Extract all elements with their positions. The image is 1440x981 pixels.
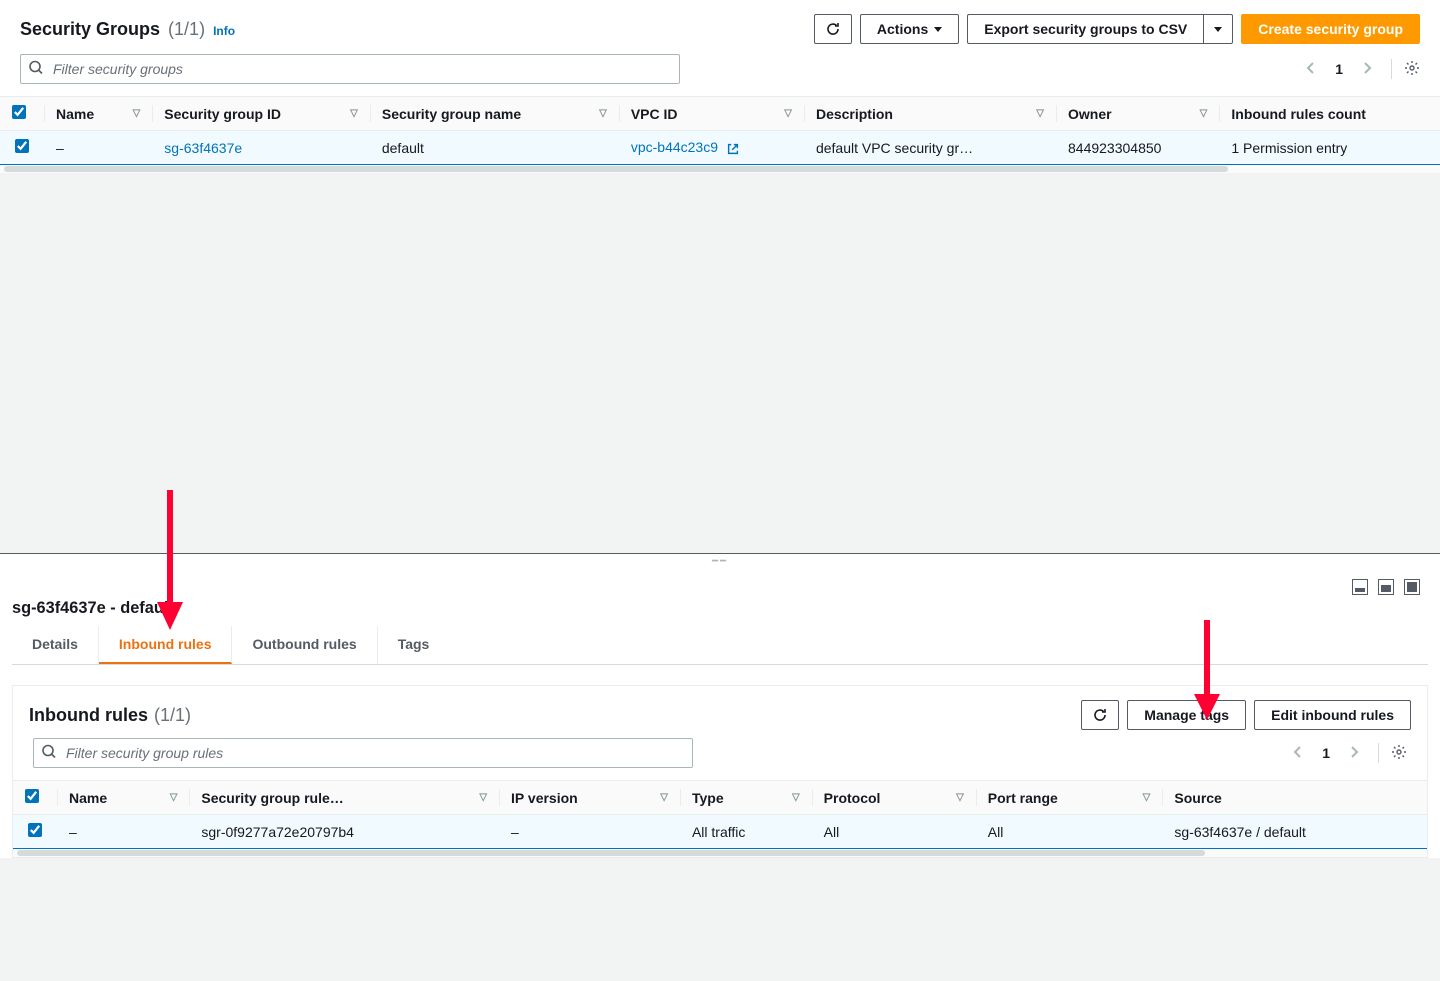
sort-icon: ▽ bbox=[956, 792, 964, 803]
sort-icon: ▽ bbox=[784, 108, 792, 119]
col-vpc[interactable]: VPC ID bbox=[631, 106, 678, 122]
page-number: 1 bbox=[1322, 745, 1330, 761]
row-checkbox[interactable] bbox=[15, 139, 29, 153]
caret-down-icon bbox=[1214, 27, 1222, 32]
inbound-rules-table: Name▽ Security group rule…▽ IP version▽ … bbox=[13, 780, 1427, 849]
table-row[interactable]: – sg-63f4637e default vpc-b44c23c9 defau… bbox=[0, 131, 1440, 165]
horizontal-scrollbar[interactable] bbox=[13, 849, 1427, 857]
tab-inbound-rules[interactable]: Inbound rules bbox=[99, 626, 233, 664]
divider bbox=[1378, 743, 1379, 763]
col-name[interactable]: Name bbox=[56, 106, 94, 122]
sort-icon: ▽ bbox=[1143, 792, 1151, 803]
security-group-id-link[interactable]: sg-63f4637e bbox=[164, 140, 242, 156]
col-owner[interactable]: Owner bbox=[1068, 106, 1112, 122]
refresh-button[interactable] bbox=[814, 14, 852, 44]
sort-icon: ▽ bbox=[1036, 108, 1044, 119]
tab-tags[interactable]: Tags bbox=[378, 626, 450, 664]
col-ipver[interactable]: IP version bbox=[511, 790, 578, 806]
cell-name: – bbox=[57, 815, 189, 849]
horizontal-scrollbar[interactable] bbox=[0, 165, 1440, 173]
caret-down-icon bbox=[934, 27, 942, 32]
export-button[interactable]: Export security groups to CSV bbox=[967, 14, 1203, 44]
prev-page-button[interactable] bbox=[1299, 56, 1323, 83]
cell-type: All traffic bbox=[680, 815, 812, 849]
inbound-rules-count: (1/1) bbox=[154, 705, 191, 726]
settings-button[interactable] bbox=[1391, 744, 1407, 763]
sort-icon: ▽ bbox=[599, 108, 607, 119]
gear-icon bbox=[1391, 744, 1407, 760]
tab-details[interactable]: Details bbox=[12, 626, 99, 664]
export-split-button: Export security groups to CSV bbox=[967, 14, 1233, 44]
col-inbound[interactable]: Inbound rules count bbox=[1231, 106, 1366, 122]
inbound-refresh-button[interactable] bbox=[1081, 700, 1119, 730]
inbound-pagination: 1 bbox=[1286, 740, 1407, 767]
grip-icon: ━━ bbox=[712, 556, 728, 567]
col-port[interactable]: Port range bbox=[988, 790, 1058, 806]
next-page-button[interactable] bbox=[1342, 740, 1366, 767]
cell-port: All bbox=[976, 815, 1163, 849]
col-name[interactable]: Name bbox=[69, 790, 107, 806]
cell-inbound: 1 Permission entry bbox=[1219, 131, 1440, 165]
page-count: (1/1) bbox=[168, 19, 205, 40]
vpc-id-link[interactable]: vpc-b44c23c9 bbox=[631, 139, 718, 155]
col-ruleid[interactable]: Security group rule… bbox=[201, 790, 343, 806]
sort-icon: ▽ bbox=[792, 792, 800, 803]
col-sgname[interactable]: Security group name bbox=[382, 106, 521, 122]
pane-layout-2-button[interactable] bbox=[1378, 579, 1394, 595]
cell-proto: All bbox=[812, 815, 976, 849]
search-icon bbox=[28, 60, 44, 79]
cell-owner: 844923304850 bbox=[1056, 131, 1219, 165]
search-icon bbox=[41, 744, 57, 763]
col-sgid[interactable]: Security group ID bbox=[164, 106, 281, 122]
col-proto[interactable]: Protocol bbox=[824, 790, 881, 806]
select-all-checkbox[interactable] bbox=[25, 789, 39, 803]
sort-icon: ▽ bbox=[479, 792, 487, 803]
refresh-icon bbox=[1092, 707, 1108, 723]
pane-layout-1-button[interactable] bbox=[1352, 579, 1368, 595]
export-dropdown-button[interactable] bbox=[1203, 14, 1233, 44]
divider bbox=[1391, 59, 1392, 79]
refresh-icon bbox=[825, 21, 841, 37]
info-link[interactable]: Info bbox=[213, 24, 235, 38]
cell-desc: default VPC security gr… bbox=[804, 131, 1056, 165]
cell-name: – bbox=[44, 131, 152, 165]
cell-source: sg-63f4637e / default bbox=[1162, 815, 1427, 849]
split-pane-handle[interactable]: ━━ bbox=[0, 553, 1440, 569]
prev-page-button[interactable] bbox=[1286, 740, 1310, 767]
tab-outbound-rules[interactable]: Outbound rules bbox=[232, 626, 377, 664]
table-row[interactable]: – sgr-0f9277a72e20797b4 – All traffic Al… bbox=[13, 815, 1427, 849]
detail-title: sg-63f4637e - default bbox=[12, 599, 1428, 618]
pagination: 1 bbox=[1299, 56, 1420, 83]
filter-security-groups-input[interactable] bbox=[20, 54, 680, 84]
row-checkbox[interactable] bbox=[28, 823, 42, 837]
edit-inbound-rules-button[interactable]: Edit inbound rules bbox=[1254, 700, 1411, 730]
col-source[interactable]: Source bbox=[1174, 790, 1221, 806]
create-security-group-button[interactable]: Create security group bbox=[1241, 14, 1420, 44]
cell-sgname: default bbox=[370, 131, 619, 165]
filter-rules-input[interactable] bbox=[33, 738, 693, 768]
sort-icon: ▽ bbox=[133, 108, 141, 119]
col-desc[interactable]: Description bbox=[816, 106, 893, 122]
detail-tabs: Details Inbound rules Outbound rules Tag… bbox=[12, 626, 1428, 665]
select-all-checkbox[interactable] bbox=[12, 105, 26, 119]
sort-icon: ▽ bbox=[350, 108, 358, 119]
external-link-icon bbox=[726, 142, 740, 156]
page-number: 1 bbox=[1335, 61, 1343, 77]
col-type[interactable]: Type bbox=[692, 790, 724, 806]
next-page-button[interactable] bbox=[1355, 56, 1379, 83]
sort-icon: ▽ bbox=[1200, 108, 1208, 119]
inbound-rules-title: Inbound rules bbox=[29, 705, 148, 726]
actions-label: Actions bbox=[877, 21, 928, 37]
gear-icon bbox=[1404, 60, 1420, 76]
sort-icon: ▽ bbox=[660, 792, 668, 803]
manage-tags-button[interactable]: Manage tags bbox=[1127, 700, 1246, 730]
cell-ipver: – bbox=[499, 815, 680, 849]
page-title: Security Groups bbox=[20, 19, 160, 40]
actions-button[interactable]: Actions bbox=[860, 14, 959, 44]
settings-button[interactable] bbox=[1404, 60, 1420, 79]
cell-ruleid: sgr-0f9277a72e20797b4 bbox=[189, 815, 499, 849]
pane-layout-3-button[interactable] bbox=[1404, 579, 1420, 595]
security-groups-table: Name ▽ Security group ID ▽ Security group … bbox=[0, 96, 1440, 165]
sort-icon: ▽ bbox=[170, 792, 178, 803]
